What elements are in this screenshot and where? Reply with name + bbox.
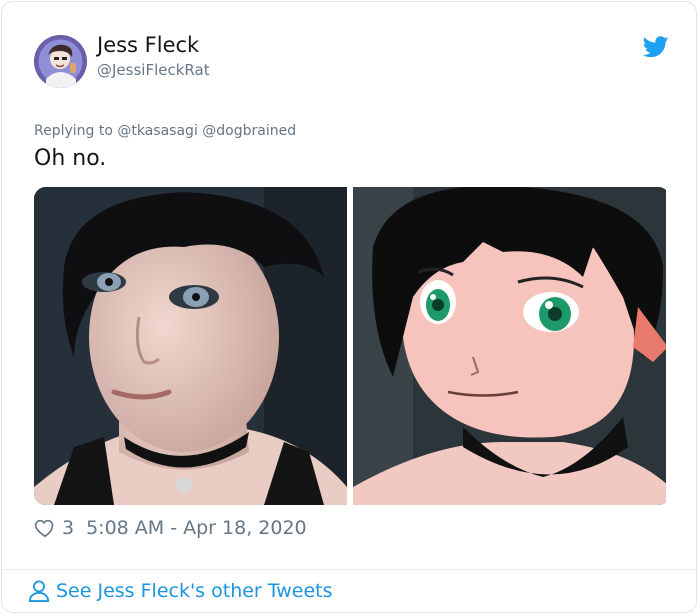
heart-icon[interactable] xyxy=(34,517,56,539)
see-other-tweets-label[interactable]: See Jess Fleck's other Tweets xyxy=(56,580,333,602)
avatar-illustration xyxy=(34,35,87,88)
divider xyxy=(2,569,698,570)
selfie-illustration xyxy=(34,187,347,505)
reply-context[interactable]: Replying to @tkasasagi @dogbrained xyxy=(34,123,296,139)
selfie-photo[interactable] xyxy=(34,187,347,505)
tweet-card: Jess Fleck @JessiFleckRat Replying to @t… xyxy=(1,1,698,613)
media-grid[interactable] xyxy=(34,187,670,505)
twitter-bird-icon[interactable] xyxy=(643,36,669,58)
like-count[interactable]: 3 xyxy=(62,517,74,539)
author-handle[interactable]: @JessiFleckRat xyxy=(97,61,210,79)
author-name[interactable]: Jess Fleck xyxy=(97,33,199,57)
avatar[interactable] xyxy=(34,35,87,88)
anime-photo[interactable] xyxy=(353,187,666,505)
tweet-text: Oh no. xyxy=(34,146,107,171)
anime-illustration xyxy=(353,187,666,505)
tweet-meta: 3 5:08 AM - Apr 18, 2020 xyxy=(34,517,307,539)
person-icon xyxy=(28,580,50,602)
see-other-tweets-link[interactable]: See Jess Fleck's other Tweets xyxy=(28,579,333,603)
timestamp[interactable]: 5:08 AM - Apr 18, 2020 xyxy=(86,517,307,539)
